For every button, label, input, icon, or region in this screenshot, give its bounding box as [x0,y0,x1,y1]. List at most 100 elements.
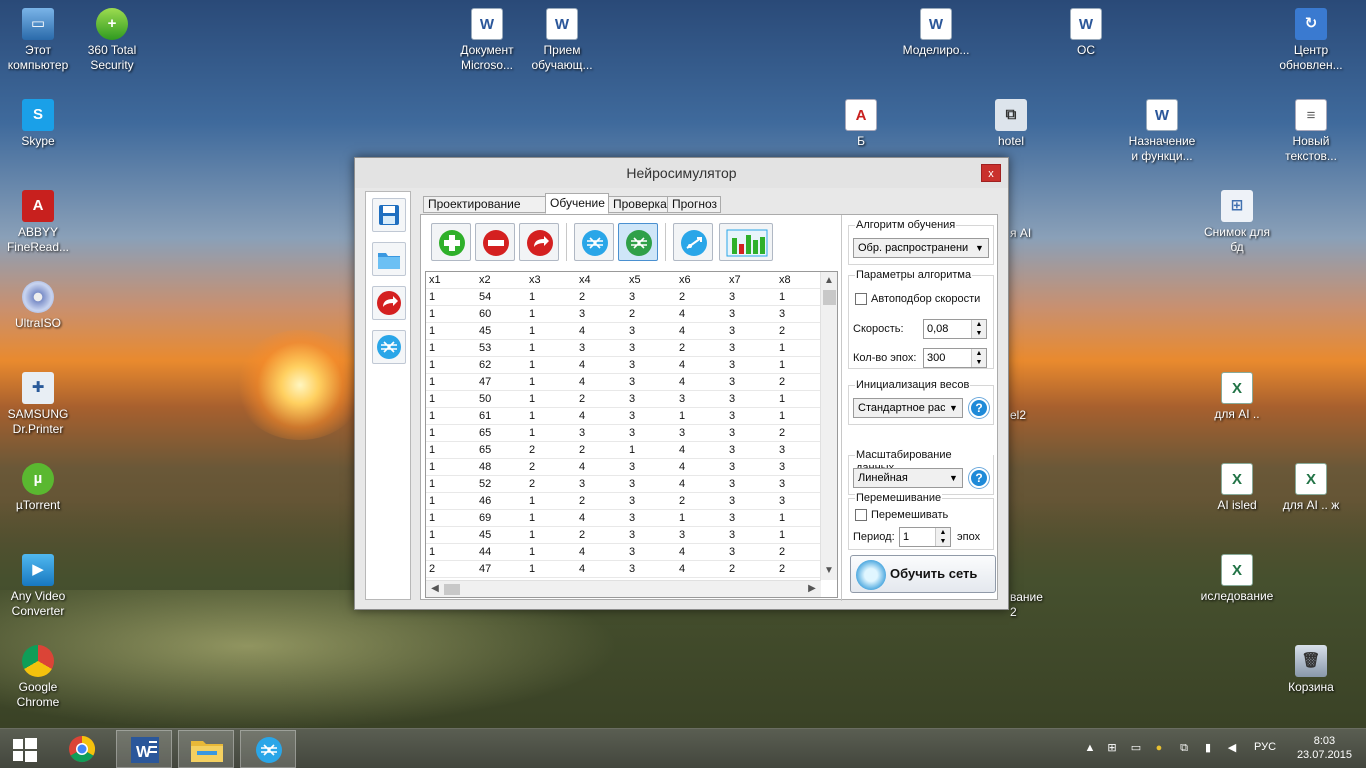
table-cell[interactable]: 3 [576,476,626,493]
table-cell[interactable]: 3 [626,561,676,578]
desktop-icon-snimok-dlya-bd[interactable]: ⊞ Снимок для бд [1199,190,1275,255]
table-cell[interactable]: 1 [776,510,826,527]
desktop-icon-dlya-ai-zh[interactable]: Xдля AI .. ж [1273,463,1349,513]
table-cell[interactable]: 4 [676,374,726,391]
save-icon[interactable] [372,198,406,232]
spin-updown-icon[interactable]: ▲ ▼ [971,320,986,338]
table-cell[interactable]: 3 [626,391,676,408]
table-cell[interactable]: 3 [626,459,676,476]
table-cell[interactable]: 3 [726,408,776,425]
table-row[interactable]: 1 65 2 2 1 4 3 3 [426,442,826,459]
table-cell[interactable]: 3 [776,493,826,510]
table-cell[interactable]: 1 [426,425,476,442]
column-header[interactable]: x4 [576,272,626,289]
table-cell[interactable]: 69 [476,510,526,527]
table-row[interactable]: 1 47 1 4 3 4 3 2 [426,374,826,391]
desktop-icon-dokument-microsoft[interactable]: W Документ Microso... [449,8,525,73]
desktop-icon-skype[interactable]: S Skype [0,99,76,149]
table-cell[interactable]: 1 [426,357,476,374]
desktop-icon-modeliro[interactable]: W Моделиро... [898,8,974,58]
table-cell[interactable]: 3 [776,459,826,476]
remove-row-icon[interactable] [475,223,515,261]
table-row[interactable]: 1 69 1 4 3 1 3 1 [426,510,826,527]
table-cell[interactable]: 1 [426,391,476,408]
table-cell[interactable]: 3 [626,289,676,306]
table-cell[interactable]: 48 [476,459,526,476]
table-cell[interactable]: 1 [526,391,576,408]
table-cell[interactable]: 2 [576,493,626,510]
table-cell[interactable]: 2 [776,374,826,391]
table-cell[interactable]: 1 [526,306,576,323]
table-cell[interactable]: 2 [676,493,726,510]
volume-icon[interactable]: ◀ [1225,741,1239,755]
algo-select[interactable]: Обр. распространени ▼ [853,238,989,258]
table-cell[interactable]: 1 [426,340,476,357]
table-cell[interactable]: 2 [776,544,826,561]
undo-icon[interactable] [519,223,559,261]
table-cell[interactable]: 1 [776,340,826,357]
table-cell[interactable]: 4 [576,510,626,527]
table-row[interactable]: 1 62 1 4 3 4 3 1 [426,357,826,374]
table-cell[interactable]: 2 [776,561,826,578]
table-cell[interactable]: 4 [576,323,626,340]
table-cell[interactable]: 1 [526,357,576,374]
windows-flag-icon[interactable]: ⊞ [1105,741,1119,755]
table-cell[interactable]: 4 [576,544,626,561]
table-cell[interactable]: 3 [626,323,676,340]
table-row[interactable]: 1 60 1 3 2 4 3 3 [426,306,826,323]
tab-proverka[interactable]: Проверка [608,196,668,213]
table-cell[interactable]: 3 [576,425,626,442]
table-cell[interactable]: 1 [776,408,826,425]
table-cell[interactable]: 3 [576,306,626,323]
table-cell[interactable]: 3 [776,442,826,459]
table-cell[interactable]: 1 [526,544,576,561]
epochs-input[interactable]: 300 ▲ ▼ [923,348,987,368]
table-cell[interactable]: 3 [776,476,826,493]
table-cell[interactable]: 4 [576,357,626,374]
table-cell[interactable]: 53 [476,340,526,357]
column-header[interactable]: x2 [476,272,526,289]
table-cell[interactable]: 2 [526,442,576,459]
table-cell[interactable]: 4 [676,561,726,578]
table-cell[interactable]: 4 [676,544,726,561]
table-cell[interactable]: 3 [726,306,776,323]
tab-proektirovanie[interactable]: Проектирование сети [423,196,546,226]
show-hidden-icons-icon[interactable]: ▲ [1083,741,1097,755]
scroll-right-icon[interactable]: ▶ [805,582,819,596]
table-cell[interactable]: 2 [526,476,576,493]
table-cell[interactable]: 4 [676,323,726,340]
table-cell[interactable]: 3 [626,340,676,357]
table-cell[interactable]: 4 [676,442,726,459]
table-cell[interactable]: 1 [526,374,576,391]
table-cell[interactable]: 1 [526,408,576,425]
train-network-button[interactable]: Обучить сеть [850,555,996,593]
table-row[interactable]: 1 54 1 2 3 2 3 1 [426,289,826,306]
column-header[interactable]: x5 [626,272,676,289]
table-cell[interactable]: 1 [426,442,476,459]
table-cell[interactable]: 2 [776,323,826,340]
table-cell[interactable]: 1 [526,340,576,357]
table-cell[interactable]: 47 [476,374,526,391]
vertical-scrollbar[interactable]: ▲ ▼ [820,272,837,580]
desktop-icon-dlya-ai[interactable]: Xдля AI .. [1199,372,1275,422]
table-cell[interactable]: 1 [776,391,826,408]
table-cell[interactable]: 1 [526,289,576,306]
table-cell[interactable]: 3 [576,340,626,357]
auto-speed-checkbox[interactable] [855,293,867,305]
table-cell[interactable]: 4 [576,459,626,476]
add-row-icon[interactable] [431,223,471,261]
table-cell[interactable]: 4 [676,357,726,374]
table-cell[interactable]: 1 [626,442,676,459]
desktop-icon-os[interactable]: W ОС [1048,8,1124,58]
redo-icon[interactable] [372,286,406,320]
start-button[interactable] [0,730,50,768]
close-button[interactable]: x [981,164,1001,182]
table-cell[interactable]: 3 [626,425,676,442]
table-cell[interactable]: 3 [626,510,676,527]
table-cell[interactable]: 1 [426,459,476,476]
table-cell[interactable]: 2 [526,459,576,476]
table-cell[interactable]: 1 [526,527,576,544]
spin-updown-icon[interactable]: ▲ ▼ [971,349,986,367]
table-cell[interactable]: 4 [576,408,626,425]
table-cell[interactable]: 65 [476,425,526,442]
